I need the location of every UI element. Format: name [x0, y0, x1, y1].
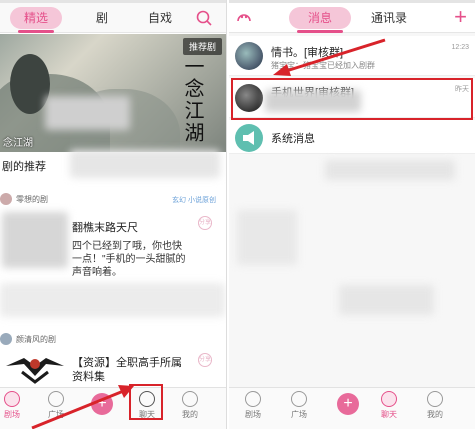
nav-label: 剧场 — [4, 410, 20, 419]
arrow-annotation — [273, 38, 386, 76]
nav-label: 广场 — [291, 410, 307, 419]
feed-title: 翻樵末路天尺 — [72, 222, 138, 234]
blurred-region — [339, 285, 434, 315]
conversation-time: 12:23 — [451, 44, 469, 51]
share-button[interactable]: 分享 — [198, 216, 212, 230]
profile-icon — [427, 391, 443, 407]
conversation-item[interactable]: 系统消息 — [229, 120, 475, 154]
tab-drama[interactable]: 剧 — [84, 3, 120, 33]
nav-me[interactable]: 我的 — [415, 391, 455, 420]
nav-label: 聊天 — [381, 410, 397, 419]
author-avatar — [0, 333, 12, 345]
top-tab-bar: 消息 通讯录 + — [229, 3, 475, 33]
feed-body: 四个已经到了哦，你也快一点！"手机的一头甜腻的声音响着。 — [72, 241, 186, 278]
tab-contacts[interactable]: 通讯录 — [361, 3, 417, 33]
highlight-box-conversation — [231, 78, 473, 120]
recommend-badge: 推荐剧 — [182, 38, 222, 55]
featured-banner[interactable]: 推荐剧 一念江湖 念江湖 — [0, 34, 226, 152]
blurred-region — [325, 160, 455, 180]
top-tab-bar: 精选 剧 自戏 — [0, 3, 226, 33]
theater-mask-icon[interactable] — [235, 9, 253, 27]
blurred-thumbnail — [2, 212, 68, 268]
add-button[interactable]: + — [454, 4, 467, 30]
system-avatar — [235, 124, 263, 152]
section-title: 剧的推荐 — [2, 161, 46, 173]
theater-icon — [4, 391, 20, 407]
banner-caption: 念江湖 — [3, 138, 33, 149]
conversation-title: 系统消息 — [271, 133, 315, 145]
tab-featured[interactable]: 精选 — [10, 3, 62, 33]
share-button[interactable]: 分享 — [198, 353, 212, 367]
author-name: 零想的剧 — [16, 194, 48, 204]
banner-figure — [10, 54, 50, 114]
tab-messages[interactable]: 消息 — [289, 3, 351, 33]
nav-label: 我的 — [427, 410, 443, 419]
blurred-region — [70, 150, 220, 178]
theater-icon — [245, 391, 261, 407]
category-tag[interactable]: 玄幻 小说原创 — [172, 195, 216, 205]
nav-me[interactable]: 我的 — [170, 391, 210, 420]
author-avatar — [0, 193, 12, 205]
arrow-annotation — [31, 385, 134, 429]
nav-theater[interactable]: 剧场 — [233, 391, 273, 420]
banner-calligraphy: 一念江湖 — [181, 56, 205, 144]
right-screen: 消息 通讯录 + 情书。[审核群] 猪宝宝：猪宝宝已经加入剧群 12:23 手机… — [229, 0, 475, 429]
create-button[interactable]: + — [337, 393, 359, 415]
chat-icon — [381, 391, 397, 407]
author-name: 颜清风的剧 — [16, 334, 56, 344]
search-icon[interactable] — [195, 9, 213, 27]
nav-theater[interactable]: 剧场 — [0, 391, 32, 420]
blurred-region — [237, 210, 297, 265]
profile-icon — [182, 391, 198, 407]
blurred-region — [0, 283, 225, 317]
tab-self-play[interactable]: 自戏 — [140, 3, 180, 33]
bottom-nav: 剧场 广场 + 聊天 我的 — [229, 387, 475, 429]
compass-icon — [291, 391, 307, 407]
nav-label: 我的 — [182, 410, 198, 419]
group-avatar — [235, 42, 263, 70]
nav-chat[interactable]: 聊天 — [369, 391, 409, 420]
nav-square[interactable]: 广场 — [279, 391, 319, 420]
nav-label: 剧场 — [245, 410, 261, 419]
megaphone-icon — [243, 131, 254, 145]
left-screen: 精选 剧 自戏 推荐剧 一念江湖 念江湖 剧的推荐 零想的剧 玄幻 小说原创 翻… — [0, 0, 227, 429]
blurred-region — [45, 96, 130, 130]
